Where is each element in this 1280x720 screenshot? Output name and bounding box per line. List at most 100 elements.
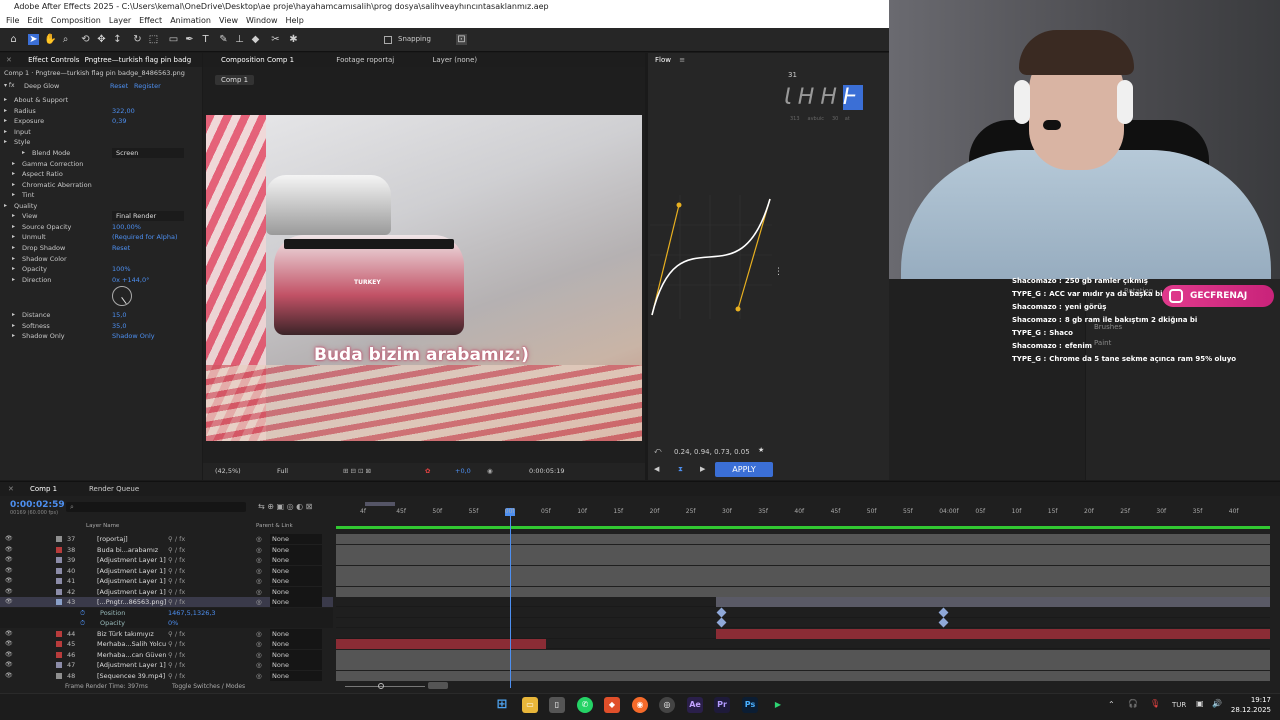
- effect-prop-value[interactable]: 15,0: [112, 310, 126, 320]
- effect-prop-value[interactable]: (Required for Alpha): [112, 232, 178, 242]
- media-icon[interactable]: ▶: [770, 697, 786, 713]
- timeline-track[interactable]: [336, 617, 1270, 628]
- tab-footage[interactable]: Footage roportaj: [336, 56, 394, 64]
- effect-prop-value[interactable]: 0x +144,0°: [112, 275, 149, 285]
- parent-select[interactable]: None: [270, 597, 322, 607]
- effect-prop-value[interactable]: 322,00: [112, 106, 135, 116]
- expand-arrow-icon[interactable]: ▸: [12, 180, 15, 190]
- layer-name[interactable]: [Adjustment Layer 1]: [97, 587, 166, 597]
- time-navigator[interactable]: [365, 502, 395, 506]
- layer-switches[interactable]: ⚲ / fx: [168, 587, 185, 597]
- layer-bar[interactable]: [336, 534, 1270, 544]
- timeline-track[interactable]: [336, 534, 1270, 544]
- visibility-icon[interactable]: 👁: [5, 629, 13, 639]
- camera-icon[interactable]: ◉: [487, 463, 493, 480]
- visibility-icon[interactable]: 👁: [5, 566, 13, 576]
- expand-arrow-icon[interactable]: ▸: [12, 254, 15, 264]
- timeline-track[interactable]: [336, 544, 1270, 555]
- comp-chip[interactable]: Comp 1: [215, 75, 255, 85]
- menu-window[interactable]: Window: [246, 16, 278, 25]
- layer-row[interactable]: 👁 42 [Adjustment Layer 1] ⚲ / fx ◎ None: [0, 586, 333, 597]
- layer-switches[interactable]: ⚲ / fx: [168, 650, 185, 660]
- tab-effect-controls[interactable]: Effect Controls: [28, 56, 79, 64]
- expand-arrow-icon[interactable]: ▸: [4, 95, 7, 105]
- pickwhip-icon[interactable]: ◎: [256, 576, 262, 586]
- direction-dial[interactable]: [112, 286, 132, 306]
- layer-switches[interactable]: ⚲ / fx: [168, 660, 185, 670]
- label-color[interactable]: [56, 662, 62, 668]
- layer-bar[interactable]: [336, 649, 1270, 660]
- visibility-icon[interactable]: 👁: [5, 671, 13, 681]
- layer-name[interactable]: [Adjustment Layer 1]: [97, 566, 166, 576]
- menu-composition[interactable]: Composition: [51, 16, 101, 25]
- pickwhip-icon[interactable]: ◎: [256, 639, 262, 649]
- timeline-track[interactable]: [336, 670, 1270, 681]
- effect-prop-row[interactable]: ▸ Tint: [0, 190, 200, 200]
- expand-arrow-icon[interactable]: ▸: [12, 331, 15, 341]
- timeline-track[interactable]: [336, 597, 1270, 607]
- tab-layer[interactable]: Layer (none): [432, 56, 477, 64]
- tab-flow[interactable]: Flow: [655, 56, 671, 64]
- effect-prop-row[interactable]: ▸ Exposure 0,39: [0, 116, 200, 126]
- parent-select[interactable]: None: [270, 534, 322, 544]
- timeline-scrollbar[interactable]: [428, 682, 448, 689]
- pickwhip-icon[interactable]: ◎: [256, 555, 262, 565]
- clock-time[interactable]: 19:17: [1231, 696, 1271, 704]
- layer-switches[interactable]: ⚲ / fx: [168, 555, 185, 565]
- expand-arrow-icon[interactable]: ▸: [12, 264, 15, 274]
- pickwhip-icon[interactable]: ◎: [256, 629, 262, 639]
- expand-arrow-icon[interactable]: ▸: [22, 148, 25, 158]
- effect-row[interactable]: ▾ fx Deep Glow Reset Register: [0, 81, 200, 91]
- expand-arrow-icon[interactable]: ▸: [4, 106, 7, 116]
- layer-bar[interactable]: [336, 544, 1270, 555]
- expand-arrow-icon[interactable]: ▸: [4, 137, 7, 147]
- prev-icon[interactable]: ◀: [654, 465, 659, 473]
- layer-bar[interactable]: [336, 576, 1270, 586]
- visibility-icon[interactable]: 👁: [5, 587, 13, 597]
- effect-prop-row[interactable]: ▸ Chromatic Aberration: [0, 180, 200, 190]
- effect-prop-row[interactable]: ▸ Shadow Color: [0, 254, 200, 264]
- expand-arrow-icon[interactable]: ▸: [4, 127, 7, 137]
- parent-select[interactable]: None: [270, 565, 322, 576]
- timeline-track[interactable]: [336, 628, 1270, 639]
- menu-animation[interactable]: Animation: [170, 16, 211, 25]
- premiere-icon[interactable]: Pr: [714, 697, 730, 713]
- region-icon[interactable]: ⊞ ⊟ ⊡ ⊠: [343, 463, 371, 480]
- layer-name[interactable]: [roportaj]: [97, 534, 128, 544]
- label-color[interactable]: [56, 546, 62, 553]
- expand-arrow-icon[interactable]: ▸: [4, 201, 7, 211]
- timeline-track[interactable]: [336, 586, 1270, 597]
- stopwatch-icon[interactable]: ⏱: [80, 618, 85, 628]
- property-row[interactable]: Position 1467,5,1326,3 ⏱: [0, 607, 333, 618]
- label-color[interactable]: [56, 578, 62, 584]
- rotate-tool-icon[interactable]: ↻: [132, 34, 143, 45]
- label-color[interactable]: [56, 599, 62, 605]
- timeline-track[interactable]: [336, 660, 1270, 670]
- layer-row[interactable]: 👁 45 Merhaba...Salih Yolcu ⚲ / fx ◎ None: [0, 639, 333, 649]
- zoom-select[interactable]: (42,5%): [215, 463, 241, 480]
- visibility-icon[interactable]: 👁: [5, 555, 13, 565]
- expand-arrow-icon[interactable]: ▸: [12, 310, 15, 320]
- layer-row[interactable]: 👁 47 [Adjustment Layer 1] ⚲ / fx ◎ None: [0, 660, 333, 670]
- exposure-value[interactable]: +0,0: [455, 463, 471, 480]
- effect-prop-value[interactable]: 100,00%: [112, 222, 141, 232]
- hand-tool-icon[interactable]: ✋: [44, 34, 56, 45]
- windows-icon[interactable]: ⊞: [494, 697, 510, 713]
- layer-name[interactable]: Merhaba...Salih Yolcu: [97, 639, 166, 649]
- timeline-track[interactable]: [336, 555, 1270, 565]
- pickwhip-icon[interactable]: ◎: [256, 545, 262, 555]
- layer-bar[interactable]: [336, 670, 1270, 681]
- parent-select[interactable]: None: [270, 628, 322, 639]
- label-color[interactable]: [56, 557, 62, 563]
- visibility-icon[interactable]: 👁: [5, 545, 13, 555]
- files-icon[interactable]: ▭: [522, 697, 538, 713]
- effect-prop-row[interactable]: ▸ Direction 0x +144,0°: [0, 275, 200, 285]
- effect-prop-row[interactable]: ▸ Source Opacity 100,00%: [0, 222, 200, 232]
- zoom-tool-icon[interactable]: ⌕: [60, 34, 71, 45]
- star-icon[interactable]: ★: [758, 446, 764, 454]
- layer-row[interactable]: 👁 38 Buda bi...arabamız ⚲ / fx ◎ None: [0, 544, 333, 555]
- layer-switches[interactable]: ⚲ / fx: [168, 534, 185, 544]
- visibility-icon[interactable]: 👁: [5, 650, 13, 660]
- pickwhip-icon[interactable]: ◎: [256, 566, 262, 576]
- pickwhip-icon[interactable]: ◎: [256, 660, 262, 670]
